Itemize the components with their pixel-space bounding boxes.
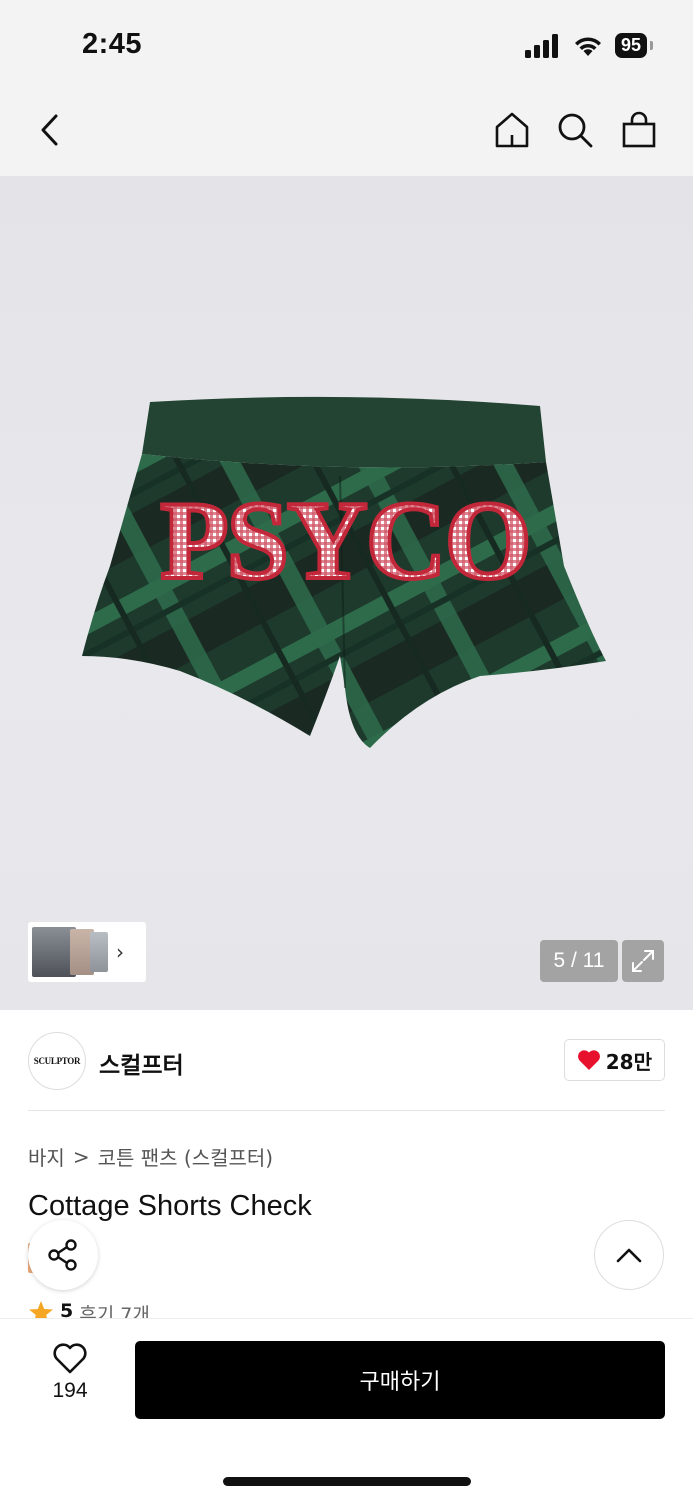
status-time: 2:45: [82, 28, 143, 60]
shopping-bag-icon: [622, 111, 656, 148]
breadcrumb-category[interactable]: 바지: [28, 1142, 65, 1171]
brand-name[interactable]: 스컬프터: [99, 1046, 184, 1080]
review-summary[interactable]: 5 후기 7개: [28, 1300, 150, 1318]
chevron-up-icon: [616, 1248, 642, 1263]
review-count: 후기 7개: [79, 1304, 150, 1318]
wishlist-count: 194: [52, 1379, 88, 1402]
thumbnail-strip[interactable]: ›: [28, 922, 146, 982]
expand-icon: [632, 950, 654, 972]
review-score: 5: [60, 1300, 74, 1318]
image-counter: 5 / 11: [540, 940, 618, 982]
wifi-icon: [574, 36, 601, 56]
top-nav: [0, 88, 693, 176]
product-title: Cottage Shorts Check: [28, 1190, 312, 1222]
battery-indicator: 95: [614, 33, 653, 58]
battery-tip: [650, 41, 653, 50]
cart-button[interactable]: [617, 108, 661, 152]
thumbnail: [90, 932, 108, 972]
product-photo: PSYCO: [82, 396, 606, 748]
product-print-text: PSYCO: [160, 479, 530, 603]
search-button[interactable]: [553, 108, 597, 152]
home-button[interactable]: [490, 108, 534, 152]
expand-button[interactable]: [622, 940, 664, 982]
buy-button[interactable]: 구매하기: [135, 1341, 665, 1419]
bottom-action-bar: 194 구매하기: [0, 1318, 693, 1500]
brand-logo[interactable]: SCULPTOR: [28, 1032, 86, 1090]
breadcrumb-subcategory[interactable]: 코튼 팬츠 (스컬프터): [98, 1142, 274, 1171]
scroll-to-top-button[interactable]: [594, 1220, 664, 1290]
status-icons: 95: [524, 33, 653, 58]
breadcrumb-separator: >: [72, 1144, 90, 1169]
home-icon: [495, 112, 529, 148]
brand-like-count: 28만: [605, 1049, 652, 1074]
status-bar: 2:45 95: [0, 0, 693, 88]
heart-filled-icon: [577, 1050, 600, 1070]
heart-outline-icon: [53, 1343, 87, 1374]
wishlist-button[interactable]: 194: [40, 1343, 100, 1423]
divider: [28, 1110, 665, 1111]
star-icon: [29, 1301, 53, 1318]
home-indicator: [223, 1477, 471, 1486]
share-icon: [48, 1239, 77, 1271]
chevron-left-icon: [41, 114, 58, 146]
share-button[interactable]: [28, 1220, 98, 1290]
signal-icon: [524, 33, 558, 58]
search-icon: [558, 113, 593, 148]
brand-like-button[interactable]: 28만: [563, 1039, 665, 1081]
product-image-gallery[interactable]: PSYCO › 5 / 11: [0, 176, 693, 1010]
chevron-right-icon: ›: [116, 940, 124, 964]
brand-row[interactable]: SCULPTOR 스컬프터 28만: [28, 1030, 665, 1092]
battery-level: 95: [620, 35, 641, 55]
back-button[interactable]: [28, 108, 72, 152]
breadcrumb: 바지 > 코튼 팬츠 (스컬프터): [28, 1142, 273, 1171]
